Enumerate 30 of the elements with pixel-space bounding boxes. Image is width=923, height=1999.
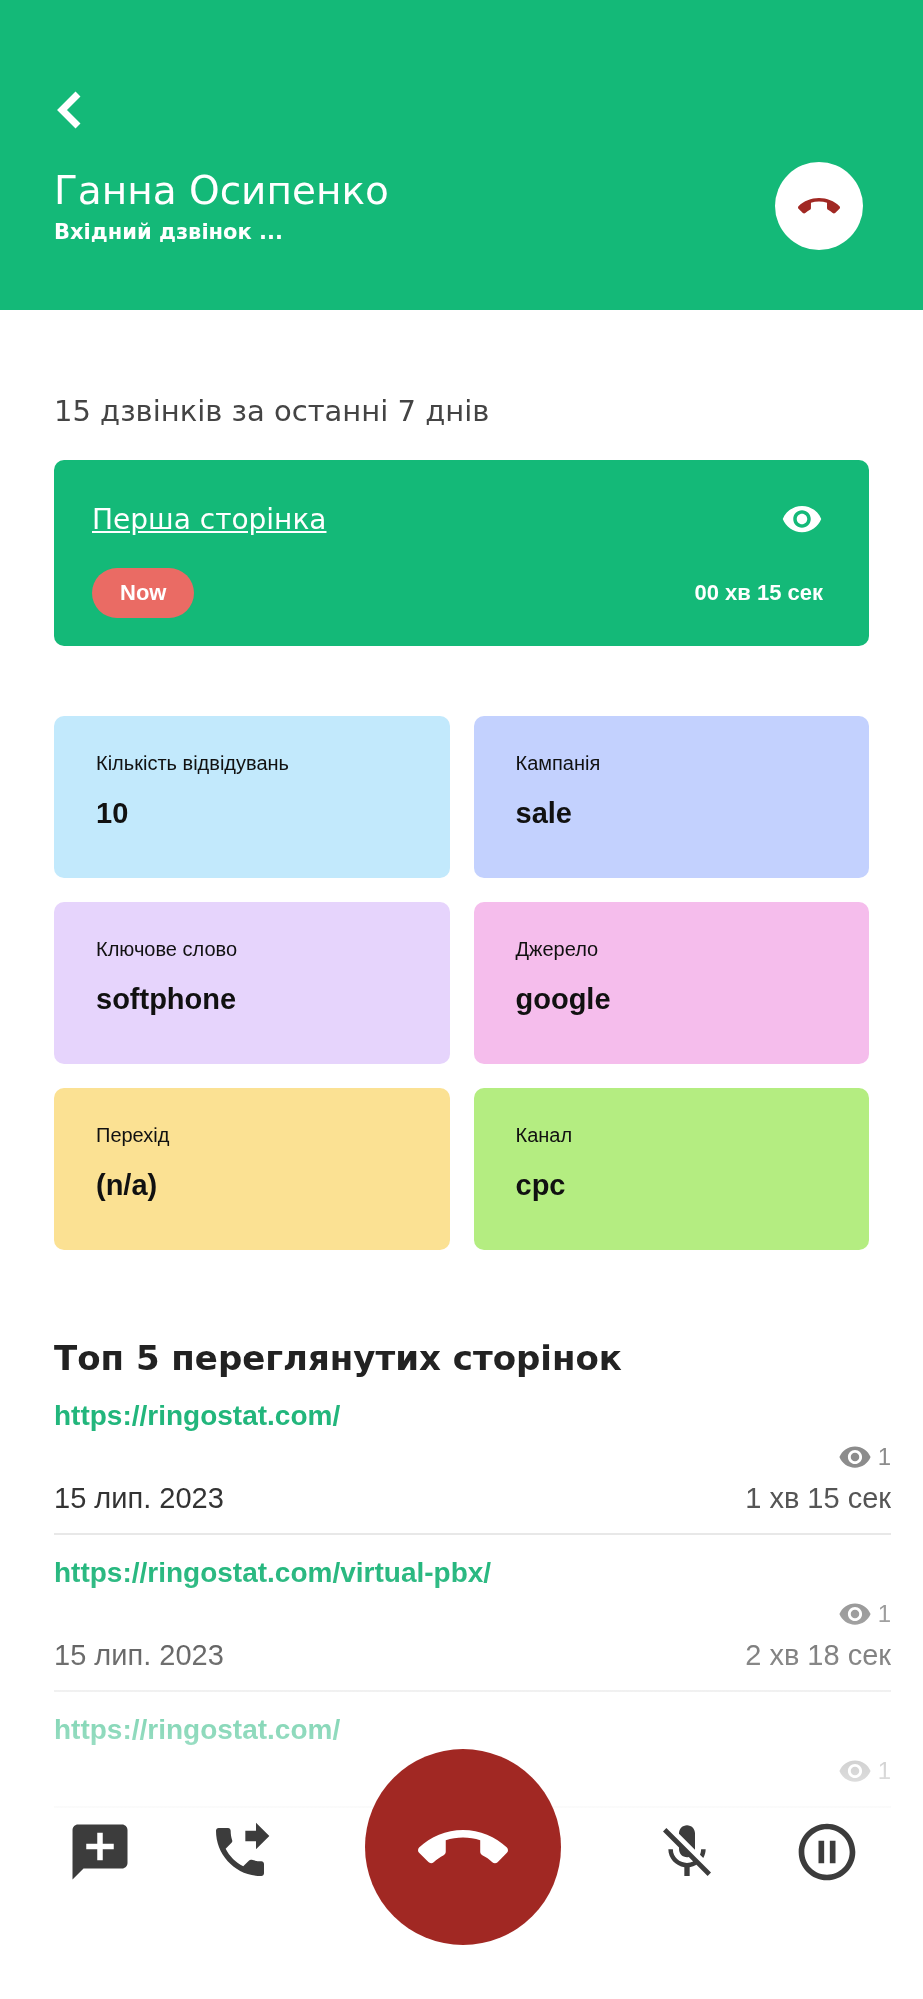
- stat-label: Кількість відвідувань: [96, 752, 290, 775]
- stat-label: Канал: [515, 1124, 574, 1147]
- now-badge: Now: [92, 568, 195, 618]
- stat-value: cpc: [515, 1169, 567, 1202]
- page-link[interactable]: Перша сторінка: [92, 502, 327, 536]
- visit-date: 15 лип. 2023: [54, 1639, 224, 1672]
- stat-label: Джерело: [515, 938, 600, 961]
- visit-date: 15 лип. 2023: [54, 1482, 224, 1515]
- phone-hangup-icon: [798, 198, 840, 214]
- visit-duration: 1 хв 15 сек: [745, 1482, 891, 1515]
- stat-value: softphone: [96, 983, 238, 1016]
- visit-duration: 00 хв 15 сек: [694, 580, 823, 606]
- visit-duration: 2 хв 18 сек: [745, 1639, 891, 1672]
- call-status: Вхідний дзвінок ...: [54, 220, 285, 244]
- page-url[interactable]: https://ringostat.com/virtual-pbx/: [54, 1557, 492, 1589]
- phone-hangup-icon: [418, 1830, 509, 1864]
- stat-value: (n/a): [96, 1169, 159, 1202]
- section-title: Топ 5 переглянутих сторінок: [54, 1338, 623, 1378]
- page-url[interactable]: https://ringostat.com/: [54, 1400, 341, 1432]
- calls-summary: 15 дзвінків за останні 7 днів: [54, 394, 491, 428]
- stat-value: sale: [515, 797, 573, 830]
- page-url[interactable]: https://ringostat.com/: [54, 1714, 341, 1746]
- stat-label: Кампанія: [515, 752, 602, 775]
- stat-label: Ключове слово: [96, 938, 239, 961]
- stat-label: Перехід: [96, 1124, 171, 1147]
- caller-name: Ганна Осипенко: [54, 168, 389, 214]
- view-count: 1: [837, 1597, 891, 1631]
- stat-value: 10: [96, 797, 130, 830]
- stat-value: google: [515, 983, 612, 1016]
- view-count: 1: [837, 1440, 891, 1474]
